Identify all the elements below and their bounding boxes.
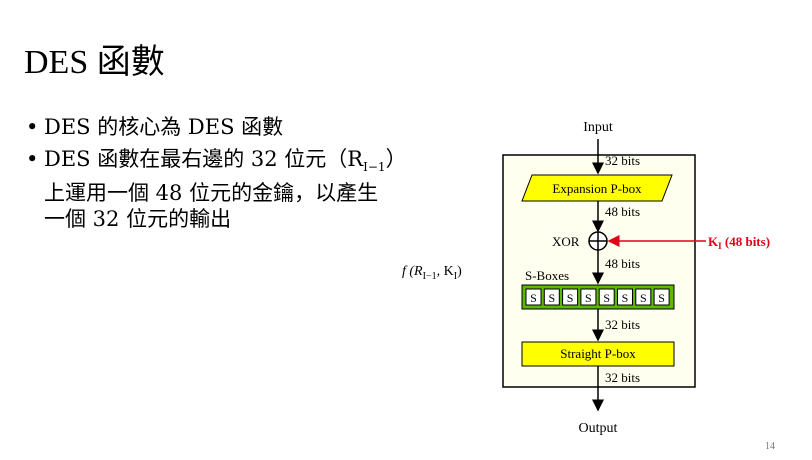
bits-label: 48 bits: [605, 256, 640, 271]
bits-label: 32 bits: [605, 317, 640, 332]
bits-label: 32 bits: [605, 153, 640, 168]
straight-pbox-label: Straight P-box: [560, 346, 636, 361]
sbox-label: S: [622, 291, 629, 305]
sboxes-label: S-Boxes: [525, 268, 569, 283]
sbox-label: S: [640, 291, 647, 305]
des-function-diagram: Input Output 32 bits Expansion P-box 48 …: [502, 120, 770, 436]
expansion-pbox-label: Expansion P-box: [552, 181, 642, 196]
sbox-label: S: [567, 291, 574, 305]
sbox-label: S: [603, 291, 610, 305]
xor-label: XOR: [552, 234, 580, 249]
key-label: KI (48 bits): [708, 234, 770, 251]
output-label: Output: [579, 421, 618, 436]
sbox-label: S: [530, 291, 537, 305]
bits-label: 32 bits: [605, 370, 640, 385]
sbox-label: S: [585, 291, 592, 305]
page-number: 14: [765, 441, 775, 452]
input-label: Input: [583, 120, 613, 135]
sbox-label: S: [548, 291, 555, 305]
bits-label: 48 bits: [605, 204, 640, 219]
sbox-label: S: [658, 291, 665, 305]
